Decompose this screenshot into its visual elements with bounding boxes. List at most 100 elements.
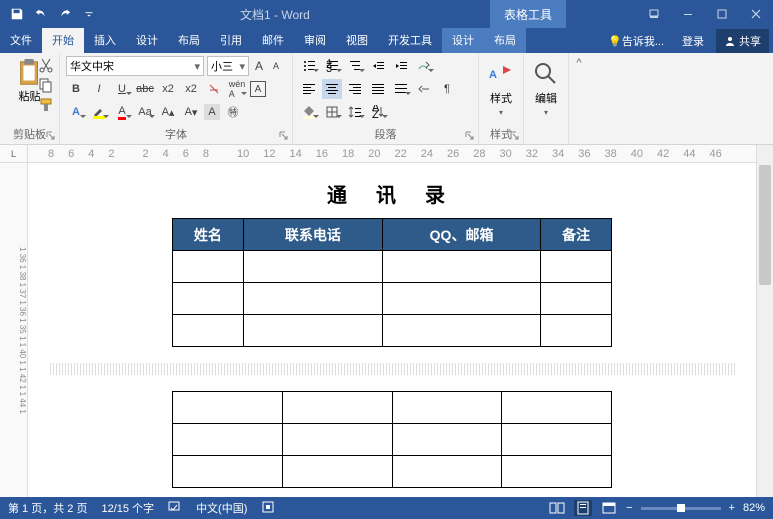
table-cell[interactable] — [502, 392, 612, 424]
signin-button[interactable]: 登录 — [676, 29, 710, 53]
table-cell[interactable] — [243, 283, 382, 315]
zoom-slider-thumb[interactable] — [677, 504, 685, 512]
table-row[interactable] — [173, 283, 612, 315]
table-header[interactable]: QQ、邮箱 — [382, 219, 540, 251]
shrink-font2-button[interactable]: A▾ — [181, 102, 201, 122]
print-layout-button[interactable] — [574, 500, 592, 516]
table-cell[interactable] — [282, 392, 392, 424]
minimize-button[interactable] — [671, 0, 705, 28]
highlight-button[interactable] — [89, 102, 109, 122]
tab-ctx-layout[interactable]: 布局 — [484, 28, 526, 53]
dialog-launcher-styles[interactable] — [510, 131, 520, 141]
table-cell[interactable] — [392, 392, 502, 424]
line-spacing-button[interactable] — [345, 102, 365, 122]
scrollbar-thumb[interactable] — [759, 165, 771, 285]
table-cell[interactable] — [173, 283, 244, 315]
page[interactable]: 通 讯 录 姓名联系电话QQ、邮箱备注 — [48, 169, 736, 357]
table-cell[interactable] — [541, 315, 612, 347]
shading-button[interactable] — [299, 102, 319, 122]
tab-layout[interactable]: 布局 — [168, 28, 210, 53]
distribute-button[interactable] — [391, 79, 411, 99]
borders-button[interactable] — [322, 102, 342, 122]
align-right-button[interactable] — [345, 79, 365, 99]
table-header[interactable]: 姓名 — [173, 219, 244, 251]
table-row[interactable] — [173, 424, 612, 456]
vertical-scrollbar[interactable] — [756, 145, 773, 497]
qat-customize-button[interactable] — [78, 3, 100, 25]
web-layout-button[interactable] — [600, 500, 618, 516]
table-cell[interactable] — [173, 251, 244, 283]
table-cell[interactable] — [243, 315, 382, 347]
table-cell[interactable] — [282, 424, 392, 456]
tab-design[interactable]: 设计 — [126, 28, 168, 53]
language-indicator[interactable]: 中文(中国) — [196, 500, 247, 516]
table-cell[interactable] — [392, 456, 502, 488]
sort-button[interactable]: AZ — [368, 102, 388, 122]
collapse-ribbon-button[interactable]: ^ — [569, 53, 589, 144]
table-row[interactable] — [173, 315, 612, 347]
bold-button[interactable]: B — [66, 79, 86, 99]
table-cell[interactable] — [392, 424, 502, 456]
shrink-font-button[interactable]: A — [269, 57, 283, 75]
show-marks-button[interactable] — [414, 79, 434, 99]
clear-format-button[interactable] — [204, 79, 224, 99]
phonetic-button[interactable]: wénA — [227, 79, 247, 99]
page-indicator[interactable]: 第 1 页，共 2 页 — [8, 500, 87, 516]
redo-button[interactable] — [54, 3, 76, 25]
table-cell[interactable] — [541, 283, 612, 315]
tab-mailings[interactable]: 邮件 — [252, 28, 294, 53]
tell-me[interactable]: 💡告诉我... — [602, 29, 670, 53]
strikethrough-button[interactable]: abc — [135, 79, 155, 99]
grow-font-button[interactable]: A — [252, 57, 266, 75]
table-cell[interactable] — [502, 456, 612, 488]
table-row[interactable] — [173, 251, 612, 283]
align-left-button[interactable] — [299, 79, 319, 99]
table-cell[interactable] — [382, 251, 540, 283]
font-size-combo[interactable]: 小三▾ — [207, 56, 249, 76]
contact-table-cont[interactable] — [172, 391, 612, 488]
table-cell[interactable] — [173, 424, 283, 456]
dialog-launcher-paragraph[interactable] — [465, 131, 475, 141]
tab-developer[interactable]: 开发工具 — [378, 28, 442, 53]
zoom-level[interactable]: 82% — [743, 502, 765, 514]
copy-button[interactable] — [38, 77, 54, 93]
underline-button[interactable]: U — [112, 79, 132, 99]
tab-file[interactable]: 文件 — [0, 28, 42, 53]
table-cell[interactable] — [541, 251, 612, 283]
grow-font2-button[interactable]: A▴ — [158, 102, 178, 122]
maximize-button[interactable] — [705, 0, 739, 28]
dialog-launcher-clipboard[interactable] — [46, 131, 56, 141]
table-row[interactable] — [173, 456, 612, 488]
close-button[interactable] — [739, 0, 773, 28]
tab-ctx-design[interactable]: 设计 — [442, 28, 484, 53]
document-heading[interactable]: 通 讯 录 — [48, 179, 736, 208]
decrease-indent-button[interactable] — [368, 56, 388, 76]
format-painter-button[interactable] — [38, 97, 54, 113]
tab-home[interactable]: 开始 — [42, 28, 84, 53]
zoom-slider[interactable] — [641, 507, 721, 510]
tab-insert[interactable]: 插入 — [84, 28, 126, 53]
italic-button[interactable]: I — [89, 79, 109, 99]
macro-icon[interactable] — [261, 500, 275, 517]
spell-check-icon[interactable] — [168, 500, 182, 517]
font-color-button[interactable]: A — [112, 102, 132, 122]
save-button[interactable] — [6, 3, 28, 25]
multilevel-button[interactable] — [345, 56, 365, 76]
asian-layout-button[interactable] — [414, 56, 434, 76]
dialog-launcher-font[interactable] — [279, 131, 289, 141]
page-2[interactable] — [48, 381, 736, 497]
vertical-ruler[interactable]: L 1 36 1 38 1 37 1 36 1 35 1 1 40 1 1 42… — [0, 145, 28, 497]
increase-indent-button[interactable] — [391, 56, 411, 76]
contact-table[interactable]: 姓名联系电话QQ、邮箱备注 — [172, 218, 612, 347]
table-row[interactable] — [173, 392, 612, 424]
numbering-button[interactable]: 123 — [322, 56, 342, 76]
enclose-char-button[interactable]: ㊕ — [223, 102, 243, 122]
table-cell[interactable] — [382, 315, 540, 347]
table-cell[interactable] — [282, 456, 392, 488]
ribbon-options-button[interactable] — [637, 0, 671, 28]
share-button[interactable]: 共享 — [716, 29, 769, 53]
zoom-out-button[interactable]: − — [626, 502, 632, 514]
bullets-button[interactable] — [299, 56, 319, 76]
table-header[interactable]: 备注 — [541, 219, 612, 251]
justify-button[interactable] — [368, 79, 388, 99]
